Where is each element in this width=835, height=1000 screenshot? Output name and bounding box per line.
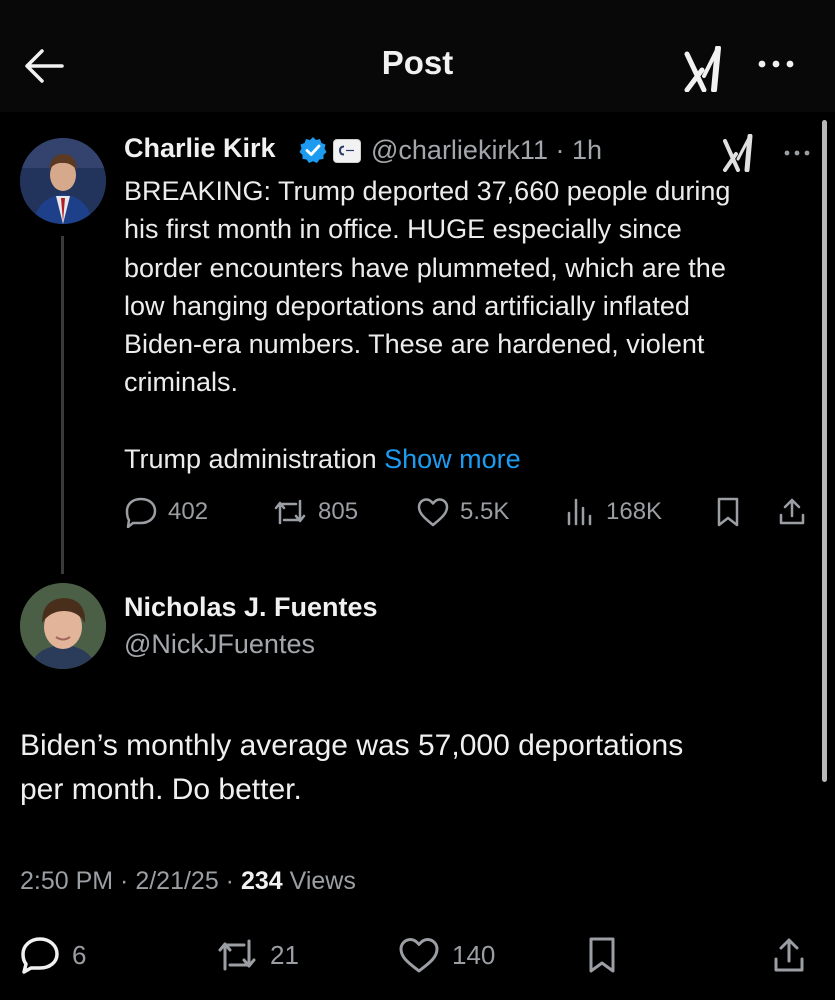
- views-label: Views: [282, 867, 356, 895]
- reply-count: 402: [168, 498, 209, 525]
- views-count: 234: [240, 867, 283, 895]
- post-metadata: 2:50 PM · 2/21/25 · 234 Views: [20, 867, 356, 896]
- author-name[interactable]: Nicholas J. Fuentes: [124, 592, 378, 623]
- share-button[interactable]: [770, 932, 820, 978]
- post-text: BREAKING: Trump deported 37,660 people d…: [124, 172, 824, 402]
- avatar[interactable]: [20, 583, 106, 669]
- more-options-button[interactable]: [752, 46, 800, 82]
- post-text-line: criminals.: [124, 367, 239, 398]
- author-handle[interactable]: @NickJFuentes: [124, 629, 315, 660]
- reply-button[interactable]: 402: [124, 492, 208, 532]
- post-text-line: Trump administration: [124, 444, 377, 474]
- post-more-button[interactable]: [777, 140, 817, 166]
- repost-count: 21: [270, 939, 299, 970]
- like-count: 5.5K: [460, 498, 510, 525]
- profile-photo-icon: [20, 138, 106, 224]
- grok-icon: [684, 45, 721, 93]
- like-button[interactable]: 140: [398, 932, 495, 978]
- share-icon: [774, 938, 804, 972]
- author-name[interactable]: Charlie Kirk: [124, 133, 276, 164]
- like-button[interactable]: 5.5K: [416, 492, 509, 532]
- organization-logo-icon: [338, 145, 354, 156]
- more-icon: [758, 60, 794, 68]
- repost-button[interactable]: 21: [216, 932, 299, 978]
- post-text-line: Biden’s monthly average was 57,000 depor…: [20, 729, 684, 762]
- grok-button[interactable]: [722, 133, 762, 173]
- thread-connector: [61, 236, 64, 574]
- post-text-line: per month. Do better.: [20, 773, 302, 806]
- show-more-link[interactable]: Show more: [384, 444, 521, 474]
- post-text-line: border encounters have plummeted, which …: [124, 252, 726, 283]
- handle-text: @charliekirk11: [371, 135, 548, 165]
- views-icon: [567, 498, 592, 526]
- author-handle[interactable]: @charliekirk11 · 1h: [371, 135, 602, 166]
- post-text-line: Biden-era numbers. These are hardened, v…: [124, 329, 705, 360]
- grok-button[interactable]: [684, 45, 734, 93]
- reply-count: 6: [72, 939, 87, 970]
- post-time: · 1h: [555, 135, 603, 165]
- views-count: 168K: [606, 498, 663, 525]
- views-button[interactable]: 168K: [566, 492, 662, 532]
- like-count: 140: [452, 939, 496, 970]
- post-text-line: low hanging deportations and artificiall…: [124, 290, 690, 321]
- bookmark-button[interactable]: [585, 932, 631, 978]
- reply-button[interactable]: 6: [20, 932, 86, 978]
- bookmark-icon: [717, 497, 739, 527]
- verified-icon: [299, 137, 327, 163]
- share-button[interactable]: [776, 492, 818, 532]
- scrollbar[interactable]: [822, 120, 827, 782]
- post-text-line: his first month in office. HUGE especial…: [124, 214, 682, 245]
- reply-icon: [125, 497, 157, 528]
- profile-photo-icon: [20, 583, 106, 669]
- verified-badge: [299, 136, 327, 164]
- like-icon: [399, 938, 439, 973]
- like-icon: [417, 498, 449, 527]
- post-text-line: BREAKING: Trump deported 37,660 people d…: [124, 176, 731, 206]
- more-icon: [784, 150, 810, 156]
- reply-icon: [21, 937, 59, 974]
- bookmark-button[interactable]: [714, 492, 752, 532]
- repost-button[interactable]: 805: [272, 492, 358, 532]
- avatar[interactable]: [20, 138, 106, 224]
- repost-icon: [218, 939, 256, 971]
- affiliation-badge[interactable]: [333, 139, 361, 163]
- grok-icon: [723, 133, 753, 173]
- post-timestamp[interactable]: 2:50 PM · 2/21/25 ·: [20, 867, 241, 895]
- post-text: Biden’s monthly average was 57,000 depor…: [20, 724, 820, 812]
- bookmark-icon: [589, 937, 615, 973]
- share-icon: [779, 498, 805, 525]
- repost-count: 805: [318, 498, 359, 525]
- repost-icon: [274, 499, 306, 525]
- post-text-tail: Trump administration Show more: [124, 440, 521, 478]
